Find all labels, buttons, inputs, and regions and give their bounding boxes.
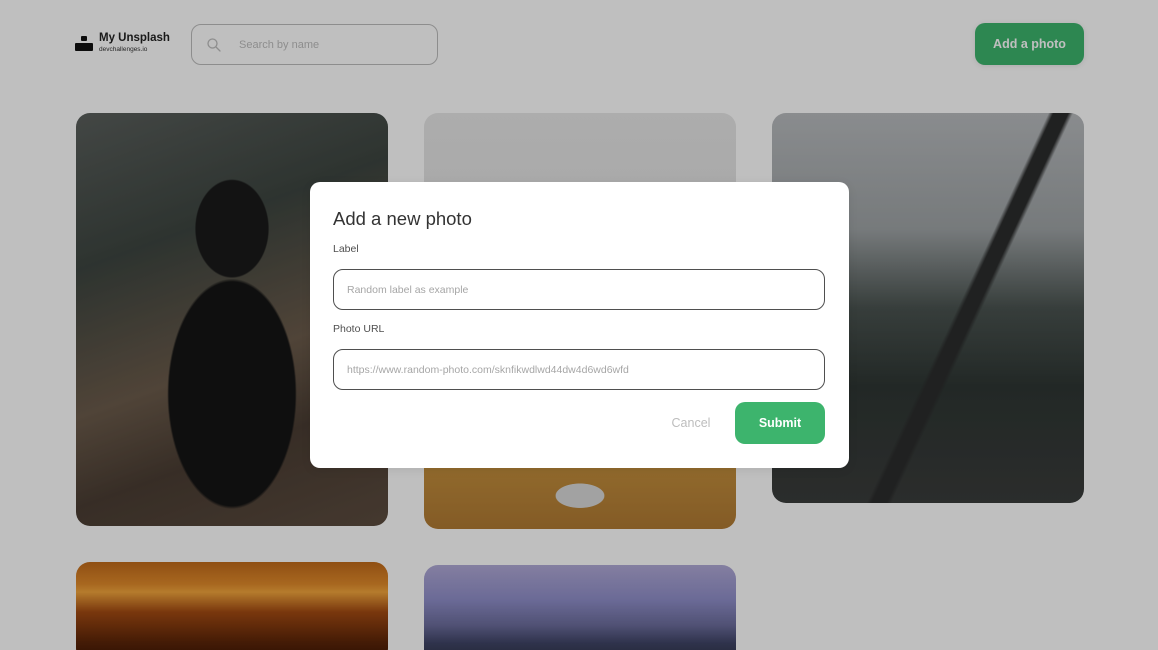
add-photo-modal: Add a new photo Label Photo URL Cancel S… xyxy=(310,182,849,468)
label-field-label: Label xyxy=(333,243,359,255)
label-input[interactable] xyxy=(333,269,825,310)
photo-url-input[interactable] xyxy=(333,349,825,390)
photo-url-field-label: Photo URL xyxy=(333,323,385,335)
modal-title: Add a new photo xyxy=(333,208,472,229)
cancel-button[interactable]: Cancel xyxy=(656,413,726,433)
submit-button[interactable]: Submit xyxy=(735,402,825,444)
page: My Unsplash devchallenges.io Add a photo… xyxy=(0,0,1158,650)
